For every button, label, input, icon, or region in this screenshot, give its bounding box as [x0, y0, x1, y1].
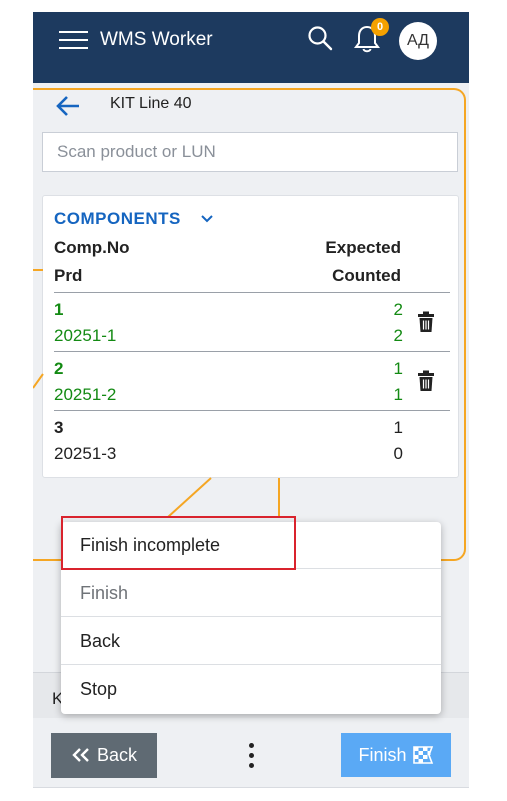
column-header-expected: Expected: [325, 238, 401, 257]
finish-button[interactable]: Finish: [341, 733, 451, 777]
back-button-label: Back: [96, 745, 138, 765]
comp-no: 3: [54, 418, 64, 437]
finish-button-label: Finish: [358, 745, 407, 765]
app-header: WMS Worker 0 АД: [33, 12, 469, 83]
counted-qty: 2: [393, 326, 403, 345]
menu-item-finish[interactable]: Finish: [61, 570, 441, 617]
column-header-counted: Counted: [332, 266, 401, 285]
table-row[interactable]: 1 20251-1 2 2: [54, 292, 450, 352]
scan-input[interactable]: [42, 132, 458, 172]
checkered-flag-icon: [412, 745, 433, 764]
app-screen: WMS Worker 0 АД KIT Line 40 COMPONENTS C…: [33, 12, 469, 788]
more-options-icon[interactable]: [247, 743, 255, 769]
back-button[interactable]: Back: [51, 733, 157, 778]
components-title[interactable]: COMPONENTS: [54, 209, 181, 229]
notification-badge: 0: [371, 18, 389, 36]
search-icon[interactable]: [307, 25, 333, 51]
column-header-prd: Prd: [54, 266, 83, 285]
expected-qty: 1: [393, 418, 403, 437]
table-row[interactable]: 2 20251-2 1 1: [54, 351, 450, 411]
avatar[interactable]: АД: [399, 22, 437, 60]
counted-qty: 0: [393, 444, 403, 463]
product-code: 20251-2: [54, 385, 117, 404]
components-card: COMPONENTS Comp.No Expected Prd Counted …: [42, 195, 459, 478]
back-arrow-icon[interactable]: [55, 95, 81, 117]
menu-item-back[interactable]: Back: [61, 618, 441, 665]
app-title: WMS Worker: [100, 29, 213, 50]
trash-icon[interactable]: [417, 311, 435, 333]
comp-no: 2: [54, 359, 64, 378]
product-code: 20251-1: [54, 326, 117, 345]
expected-qty: 1: [393, 359, 403, 378]
table-row[interactable]: 3 20251-3 1 0: [54, 410, 450, 470]
menu-icon[interactable]: [59, 28, 88, 52]
expected-qty: 2: [393, 300, 403, 319]
trash-icon[interactable]: [417, 370, 435, 392]
page-header: KIT Line 40: [33, 83, 469, 129]
double-chevron-left-icon: [72, 747, 89, 762]
chevron-down-icon[interactable]: [201, 215, 213, 223]
highlight-box: [61, 516, 296, 570]
comp-no: 1: [54, 300, 64, 319]
column-header-comp-no: Comp.No: [54, 238, 130, 257]
page-title: KIT Line 40: [110, 95, 192, 112]
counted-qty: 1: [393, 385, 403, 404]
product-code: 20251-3: [54, 444, 117, 463]
menu-item-stop[interactable]: Stop: [61, 666, 441, 713]
